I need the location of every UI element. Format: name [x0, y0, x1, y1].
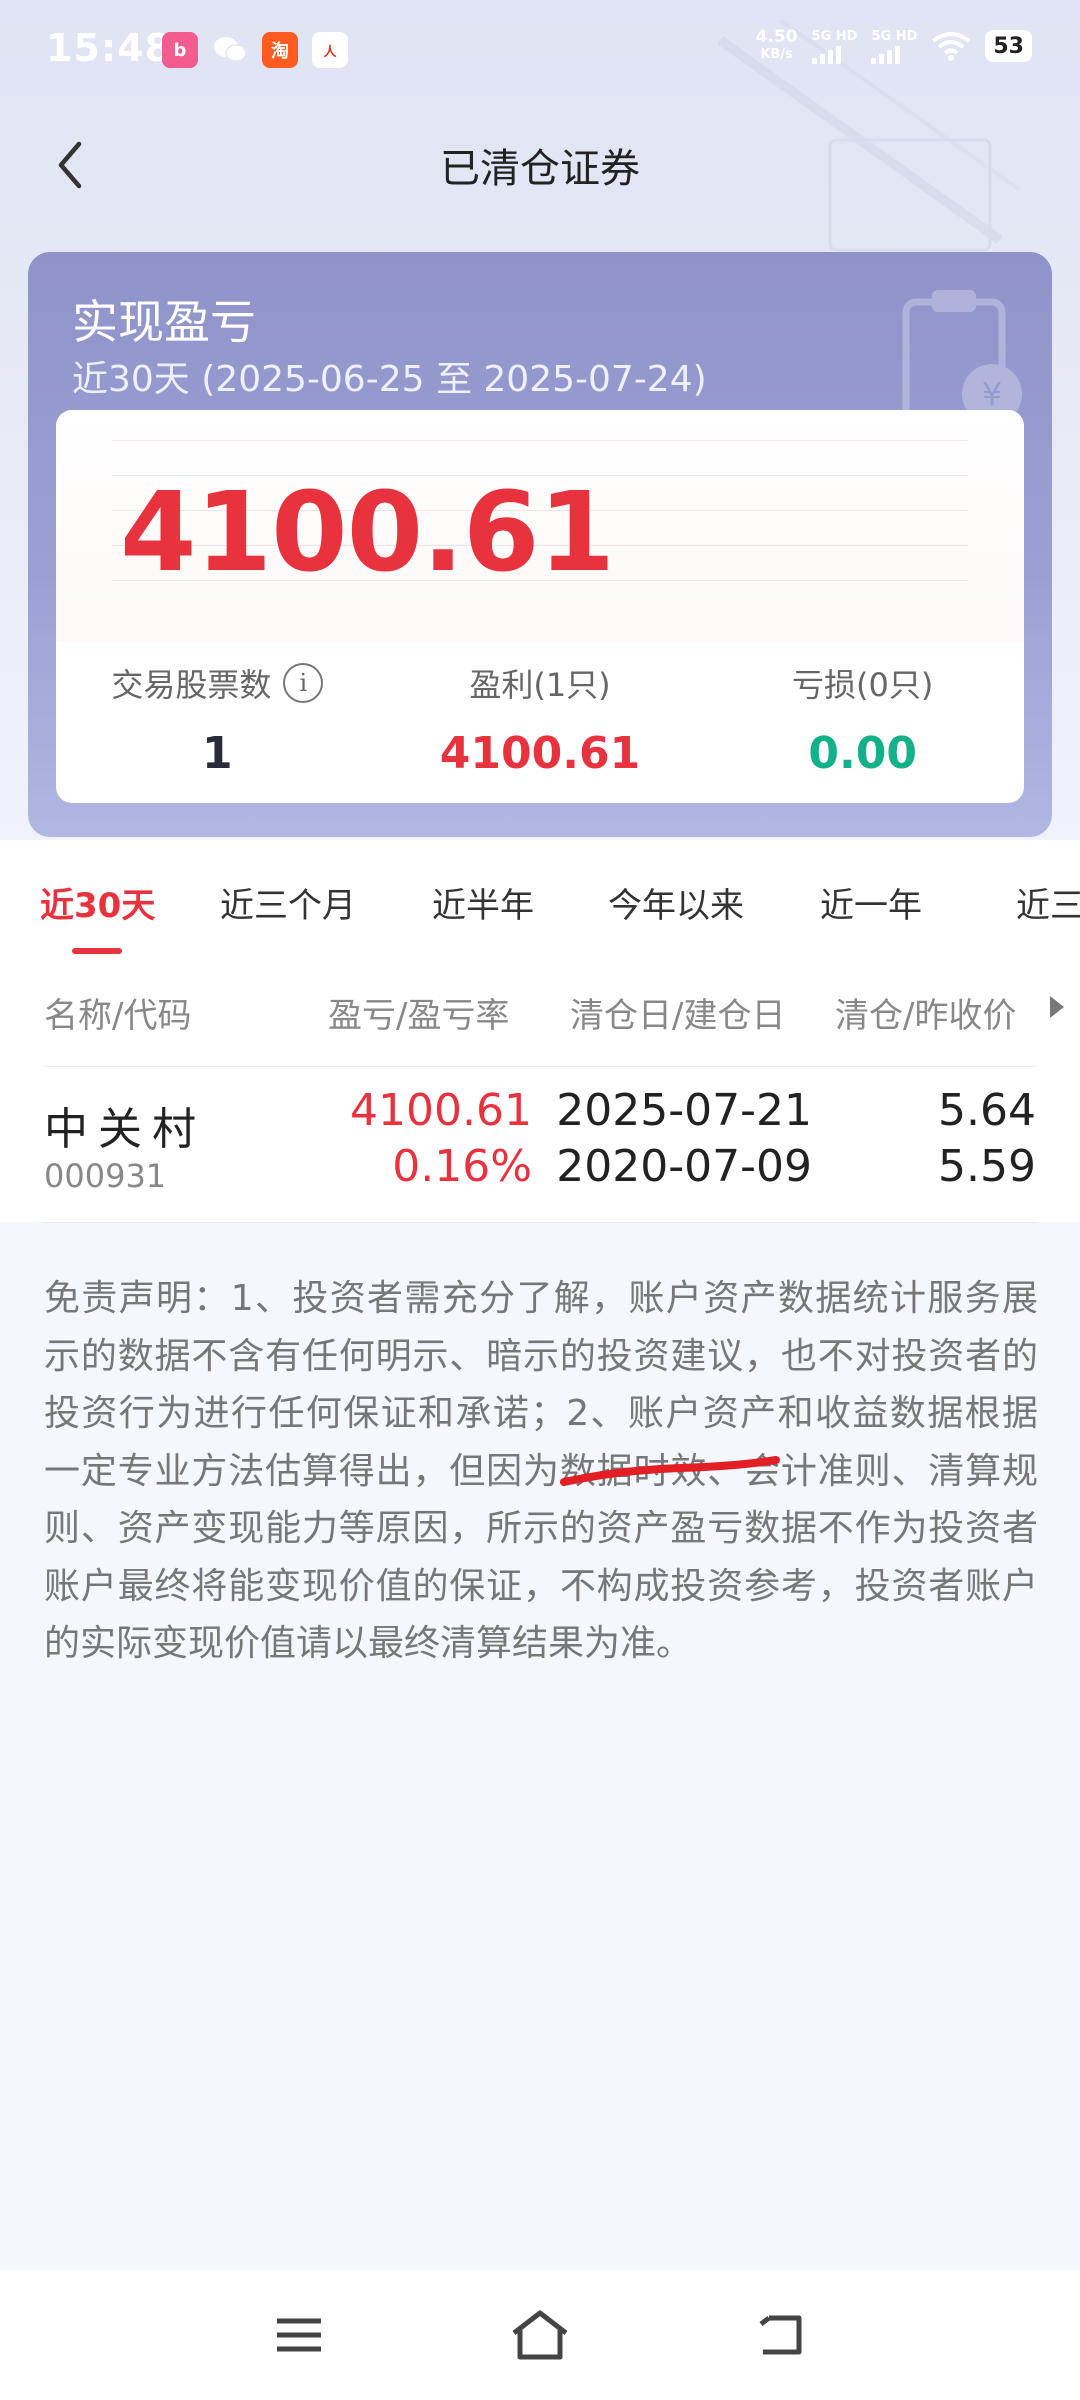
back-nav-button[interactable] [746, 2300, 816, 2370]
stat-trade-count-value: 1 [202, 728, 233, 779]
status-indicators: 4.50 KB/s 5G HD 5G HD 53 [756, 28, 1032, 64]
bilibili-icon: b [162, 32, 198, 68]
total-realized-profit: 4100.61 [120, 468, 615, 596]
status-bar: 15:48 b 淘 人 4.50 KB/s 5G HD 5G HD 53 [0, 0, 1080, 100]
stat-profit-label: 盈利(1只) [469, 666, 611, 704]
disclaimer-text: 免责声明：1、投资者需充分了解，账户资产数据统计服务展示的数据不含有任何明示、暗… [44, 1278, 1038, 1664]
people-daily-icon: 人 [312, 32, 348, 68]
open-date: 2020-07-09 [556, 1141, 812, 1192]
stock-code: 000931 [44, 1157, 167, 1195]
info-icon[interactable]: i [283, 663, 324, 703]
clear-price: 5.64 [938, 1085, 1036, 1136]
stat-loss-label: 亏损(0只) [792, 666, 934, 704]
handwritten-red-mark [560, 1456, 780, 1486]
network-speed-unit: KB/s [760, 47, 793, 62]
column-header-name[interactable]: 名称/代码 [44, 988, 191, 1037]
realized-pnl-card: 实现盈亏 近30天 (2025-06-25 至 2025-07-24) ¥ 41… [28, 252, 1052, 837]
home-button[interactable] [505, 2300, 575, 2370]
stock-profit: 4100.61 [350, 1085, 532, 1136]
stock-name: 中关村 [44, 1104, 206, 1155]
tab-3-months[interactable]: 近三个月 [220, 878, 356, 927]
sim1-label: 5G HD [811, 28, 858, 44]
stat-profit-value: 4100.61 [439, 728, 641, 779]
signal-sim2-icon: 5G HD [871, 29, 917, 64]
page-title: 已清仓证券 [440, 146, 640, 192]
row-divider [44, 1222, 1036, 1223]
column-header-prices[interactable]: 清仓/昨收价 [835, 988, 1016, 1037]
menu-icon [277, 2318, 321, 2352]
tab-year-to-date[interactable]: 今年以来 [608, 878, 744, 927]
system-nav-bar [0, 2270, 1080, 2400]
pnl-stats: 交易股票数 i 1 盈利(1只) 4100.61 亏损(0只) 0.00 [56, 660, 1024, 790]
period-tabs: 近30天 近三个月 近半年 今年以来 近一年 近三 [0, 840, 1080, 962]
stat-trade-count-label: 交易股票数 [111, 666, 272, 704]
column-header-dates[interactable]: 清仓日/建仓日 [570, 988, 785, 1037]
tab-1-year[interactable]: 近一年 [820, 878, 922, 927]
table-row[interactable]: 中关村 000931 4100.61 0.16% 2025-07-21 2020… [0, 1067, 1080, 1217]
column-header-pnl[interactable]: 盈亏/盈亏率 [328, 988, 509, 1037]
total-pnl-area: 4100.61 [56, 410, 1024, 642]
taobao-icon: 淘 [262, 32, 298, 68]
card-title: 实现盈亏 [72, 295, 256, 349]
return-icon [759, 2315, 802, 2355]
stock-profit-rate: 0.16% [392, 1141, 532, 1192]
signal-sim1-icon: 5G HD [811, 28, 858, 64]
network-speed: 4.50 KB/s [756, 28, 798, 64]
network-speed-value: 4.50 [755, 27, 798, 47]
cleared-securities-table: 名称/代码 盈亏/盈亏率 清仓日/建仓日 清仓/昨收价 中关村 000931 4… [0, 962, 1080, 1222]
pnl-summary-panel: 4100.61 交易股票数 i 1 盈利(1只) 4100.61 亏损(0只) … [56, 410, 1024, 803]
svg-text:¥: ¥ [982, 375, 1002, 413]
stat-loss: 亏损(0只) 0.00 [701, 660, 1024, 790]
tab-half-year[interactable]: 近半年 [432, 878, 534, 927]
menu-button[interactable] [264, 2300, 334, 2370]
battery-icon: 53 [985, 30, 1032, 62]
clear-date: 2025-07-21 [556, 1085, 812, 1136]
sim2-label: 5G HD [871, 28, 918, 44]
wechat-icon [212, 32, 248, 68]
scroll-right-icon[interactable] [1050, 996, 1064, 1018]
stat-trade-count: 交易股票数 i 1 [56, 660, 379, 790]
home-icon [512, 2310, 568, 2360]
wifi-icon [932, 32, 971, 61]
period-range: 近30天 (2025-06-25 至 2025-07-24) [72, 359, 707, 400]
active-tab-indicator [72, 948, 122, 954]
tab-3-years[interactable]: 近三 [1016, 878, 1080, 927]
stat-loss-value: 0.00 [808, 728, 917, 779]
prev-close-price: 5.59 [938, 1141, 1036, 1192]
notification-icons: b 淘 人 [162, 32, 348, 68]
tab-30-days[interactable]: 近30天 [40, 878, 155, 927]
stat-profit: 盈利(1只) 4100.61 [379, 660, 702, 790]
status-time: 15:48 [46, 26, 172, 70]
